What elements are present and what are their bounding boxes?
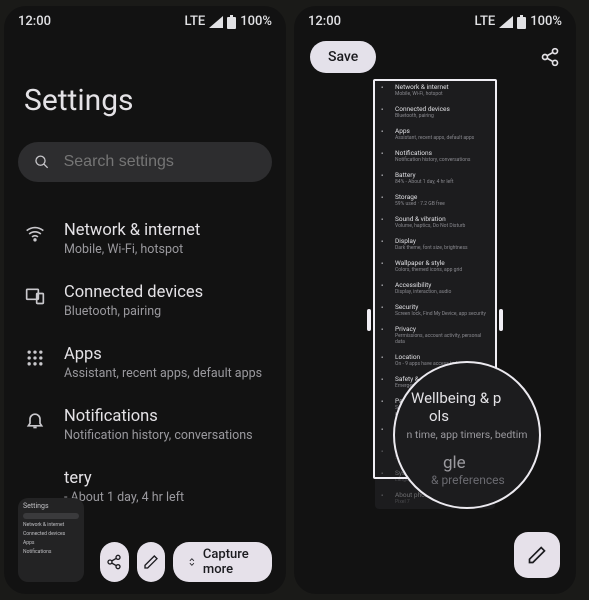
screenshot-toolbar: Settings Network & internet Connected de…	[4, 498, 286, 582]
status-time: 12:00	[308, 14, 341, 29]
tall-row: • Sound & vibrationVolume, haptics, Do N…	[375, 211, 495, 233]
item-title: tery	[64, 469, 184, 488]
capture-more-button[interactable]: Capture more	[173, 542, 272, 582]
status-batt: 100%	[240, 14, 272, 29]
row-icon: •	[381, 128, 389, 136]
tall-row: • AccessibilityDisplay, interaction, aud…	[375, 277, 495, 299]
share-icon	[540, 47, 560, 67]
tall-row: • AppsAssistant, recent apps, default ap…	[375, 123, 495, 145]
wifi-icon	[24, 223, 46, 245]
magnifier: Wellbeing & p ols n time, app timers, be…	[393, 361, 541, 509]
share-icon	[106, 554, 122, 570]
tall-row: • Storage59% used · 7.2 GB free	[375, 189, 495, 211]
row-icon: •	[381, 260, 389, 268]
mag-line3: gle	[395, 453, 539, 473]
row-icon: •	[381, 376, 389, 384]
right-phone-scrollshot-editor: 12:00 LTE 100% Save • Network & internet…	[294, 6, 576, 594]
item-sub: Notification history, conversations	[64, 428, 253, 443]
battery-icon	[517, 15, 526, 29]
search-input[interactable]	[64, 153, 256, 171]
row-icon: •	[381, 304, 389, 312]
status-right: LTE 100%	[185, 14, 272, 29]
item-title: Notifications	[64, 407, 253, 426]
row-icon: •	[381, 106, 389, 114]
status-time: 12:00	[18, 14, 51, 29]
status-bar: 12:00 LTE 100%	[294, 6, 576, 33]
devices-icon	[24, 285, 46, 307]
share-button[interactable]	[100, 542, 129, 582]
settings-item-wifi[interactable]: Network & internet Mobile, Wi-Fi, hotspo…	[4, 208, 286, 270]
row-icon: •	[381, 470, 389, 478]
status-net: LTE	[475, 14, 496, 29]
row-icon: •	[381, 194, 389, 202]
tall-row: • PrivacyPermissions, account activity, …	[375, 321, 495, 349]
mag-line1: Wellbeing & p	[395, 389, 539, 407]
capture-more-label: Capture more	[203, 547, 258, 577]
tall-row: • Network & internetMobile, Wi-Fi, hotsp…	[375, 79, 495, 101]
row-icon: •	[381, 448, 389, 456]
settings-item-bell[interactable]: Notifications Notification history, conv…	[4, 394, 286, 456]
expand-icon	[187, 555, 197, 569]
row-icon: •	[381, 492, 389, 500]
settings-item-devices[interactable]: Connected devices Bluetooth, pairing	[4, 270, 286, 332]
row-icon: •	[381, 84, 389, 92]
bell-icon	[24, 409, 46, 431]
search-icon	[34, 153, 50, 171]
tall-row: • Battery84% - About 1 day, 4 hr left	[375, 167, 495, 189]
tall-row: • SecurityScreen lock, Find My Device, a…	[375, 299, 495, 321]
search-bar[interactable]	[18, 142, 272, 182]
row-icon: •	[381, 238, 389, 246]
edit-button[interactable]	[137, 542, 166, 582]
screenshot-thumbnail[interactable]: Settings Network & internet Connected de…	[18, 498, 84, 582]
battery-icon	[227, 15, 236, 29]
crop-handle-right[interactable]	[499, 309, 503, 331]
pencil-icon	[143, 554, 159, 570]
item-title: Connected devices	[64, 283, 203, 302]
item-sub: Mobile, Wi-Fi, hotspot	[64, 242, 200, 257]
row-icon: •	[381, 354, 389, 362]
page-title: Settings	[4, 33, 286, 142]
item-sub: Bluetooth, pairing	[64, 304, 203, 319]
row-icon: •	[381, 426, 389, 434]
signal-icon	[499, 16, 513, 28]
row-icon: •	[381, 282, 389, 290]
row-icon: •	[381, 398, 389, 406]
apps-icon	[24, 347, 46, 369]
tall-row: • Connected devicesBluetooth, pairing	[375, 101, 495, 123]
mag-line4: & preferences	[395, 473, 539, 487]
pencil-icon	[527, 545, 547, 565]
left-phone-settings: 12:00 LTE 100% Settings Network & intern…	[4, 6, 286, 594]
settings-item-apps[interactable]: Apps Assistant, recent apps, default app…	[4, 332, 286, 394]
row-icon: •	[381, 326, 389, 334]
row-icon: •	[381, 150, 389, 158]
crop-handle-left[interactable]	[367, 309, 371, 331]
save-button[interactable]: Save	[310, 41, 376, 73]
status-right: LTE 100%	[475, 14, 562, 29]
scrollshot-crop-area[interactable]: • Network & internetMobile, Wi-Fi, hotsp…	[345, 79, 525, 549]
mag-line1b: ols	[395, 407, 539, 425]
mag-line2: n time, app timers, bedtim	[395, 425, 539, 453]
row-icon: •	[381, 172, 389, 180]
share-button[interactable]	[540, 47, 560, 67]
item-sub: Assistant, recent apps, default apps	[64, 366, 262, 381]
item-title: Network & internet	[64, 221, 200, 240]
signal-icon	[209, 16, 223, 28]
tall-row: • NotificationsNotification history, con…	[375, 145, 495, 167]
status-bar: 12:00 LTE 100%	[4, 6, 286, 33]
item-title: Apps	[64, 345, 262, 364]
status-batt: 100%	[530, 14, 562, 29]
tall-row: • Wallpaper & styleColors, themed icons,…	[375, 255, 495, 277]
status-net: LTE	[185, 14, 206, 29]
row-icon: •	[381, 216, 389, 224]
edit-fab[interactable]	[514, 532, 560, 578]
tall-row: • DisplayDark theme, font size, brightne…	[375, 233, 495, 255]
